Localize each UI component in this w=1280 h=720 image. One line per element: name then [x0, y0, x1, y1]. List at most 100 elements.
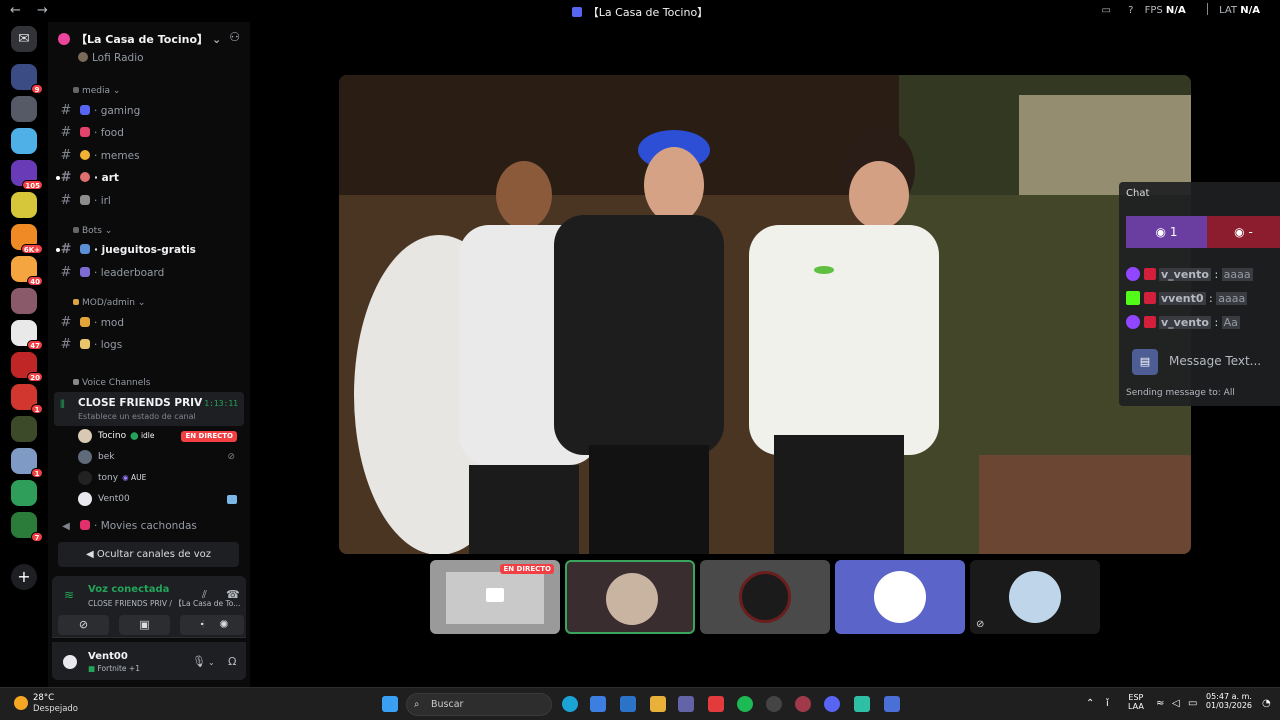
- avatar: [78, 450, 92, 464]
- avatar: [1009, 571, 1061, 623]
- clock[interactable]: 05:47 a. m. 01/03/2026: [1206, 692, 1252, 710]
- server-icon[interactable]: [11, 288, 37, 314]
- voice-channel-movies[interactable]: ◀ · Movies cachondas: [58, 516, 243, 536]
- server-icon[interactable]: 105: [11, 160, 43, 190]
- obs-icon[interactable]: [766, 696, 782, 712]
- thumbnail-tony[interactable]: [835, 560, 965, 634]
- camera-button[interactable]: ⊘: [58, 615, 109, 635]
- soundboard-button[interactable]: ✺: [204, 615, 244, 635]
- windows-start-icon[interactable]: [382, 696, 398, 712]
- username: Tocino: [98, 431, 127, 441]
- audio-app-icon[interactable]: [884, 696, 900, 712]
- hash-icon: #: [60, 103, 72, 118]
- voice-user-bek[interactable]: bek ⊘: [78, 447, 243, 467]
- category-bots[interactable]: Bots ⌄: [70, 226, 112, 236]
- add-server-button[interactable]: +: [11, 564, 37, 590]
- discord-home-button[interactable]: ✉: [11, 26, 37, 52]
- server-icon[interactable]: [11, 128, 37, 154]
- headphones-icon[interactable]: Ω: [228, 655, 236, 668]
- outlook-icon[interactable]: [620, 696, 636, 712]
- chat-input[interactable]: Message Text...: [1169, 354, 1261, 368]
- server-icon[interactable]: [11, 416, 37, 442]
- channel-label: mod: [100, 317, 125, 329]
- store-icon[interactable]: [590, 696, 606, 712]
- thumbnail-bek[interactable]: [700, 560, 830, 634]
- server-icon[interactable]: [11, 480, 37, 506]
- channel-irl[interactable]: # · irl: [58, 191, 243, 211]
- channel-label: art: [101, 172, 119, 184]
- channel-label: logs: [100, 339, 123, 351]
- thumbnail-tocino[interactable]: [565, 560, 695, 634]
- voice-status[interactable]: Voz conectada: [88, 584, 169, 595]
- chevron-up-icon[interactable]: ⌃: [1086, 698, 1094, 709]
- battery-icon[interactable]: ▭: [1188, 698, 1197, 709]
- voice-user-tony[interactable]: tony ◉ AUE: [78, 468, 243, 488]
- server-icon[interactable]: 20: [11, 352, 43, 382]
- current-username[interactable]: Vent00: [88, 651, 128, 662]
- help-icon[interactable]: ?: [1128, 5, 1133, 16]
- category-media[interactable]: media ⌄: [70, 86, 120, 96]
- teams-icon[interactable]: [678, 696, 694, 712]
- channel-jueguitos-gratis[interactable]: # · jueguitos-gratis: [56, 240, 243, 260]
- inbox-icon[interactable]: ▭: [1101, 5, 1110, 16]
- server-icon[interactable]: 6K+: [11, 224, 43, 254]
- wps-icon[interactable]: [708, 696, 724, 712]
- channel-food[interactable]: # · food: [58, 123, 243, 143]
- server-icon[interactable]: 7: [11, 512, 43, 542]
- emoji-icon: [80, 150, 90, 160]
- add-user-icon[interactable]: ⚇: [229, 30, 240, 44]
- server-icon[interactable]: 1: [11, 384, 43, 414]
- microphone-icon[interactable]: ǐ: [1106, 698, 1109, 709]
- voice-user-tocino[interactable]: Tocino ⬤ idle EN DIRECTO: [78, 426, 243, 446]
- voice-channel-lofi[interactable]: Lofi Radio: [78, 48, 263, 68]
- app-icon[interactable]: [795, 696, 811, 712]
- eye-icon: ◉: [1234, 225, 1245, 239]
- volume-icon[interactable]: ◁: [1172, 698, 1180, 709]
- folder-icon[interactable]: [650, 696, 666, 712]
- server-icon[interactable]: [11, 96, 37, 122]
- server-icon[interactable]: 1: [11, 448, 43, 478]
- channel-label: jueguitos-gratis: [101, 244, 196, 256]
- screen-share-button[interactable]: ▣: [119, 615, 170, 635]
- edge-icon[interactable]: [562, 696, 578, 712]
- thumbnail-vent00[interactable]: ⊘: [970, 560, 1100, 634]
- microphone-icon[interactable]: 🎙︎: [192, 655, 206, 668]
- channel-leaderboard[interactable]: # · leaderboard: [58, 263, 243, 283]
- taskbar-search[interactable]: ⌕ Buscar: [406, 693, 552, 716]
- thumbnail-stream[interactable]: EN DIRECTO: [430, 560, 560, 634]
- voice-user-vent00[interactable]: Vent00: [78, 489, 243, 509]
- lat-label: LAT: [1219, 5, 1238, 16]
- channel-art[interactable]: # · art: [56, 168, 243, 188]
- language-indicator[interactable]: ESP LAA: [1128, 693, 1144, 711]
- hide-voice-channels-button[interactable]: ◀ Ocultar canales de voz: [58, 542, 239, 567]
- channel-gaming[interactable]: # · gaming: [58, 101, 243, 121]
- channel-logs[interactable]: # · logs: [58, 335, 243, 355]
- window-title-text: 【La Casa de Tocino】: [587, 6, 709, 19]
- channel-mod[interactable]: # · mod: [58, 313, 243, 333]
- server-icon[interactable]: [11, 192, 37, 218]
- keyboard-layout: LAA: [1128, 702, 1144, 711]
- server-icon[interactable]: 9: [11, 64, 43, 94]
- wifi-icon[interactable]: ≈: [1156, 698, 1164, 709]
- notifications-icon[interactable]: ◔: [1262, 698, 1271, 709]
- disconnect-icon[interactable]: ☎: [226, 588, 240, 601]
- channel-memes[interactable]: # · memes: [58, 146, 243, 166]
- noise-suppression-icon[interactable]: ⫽: [202, 588, 207, 602]
- chevron-down-icon: ⌄: [212, 33, 222, 46]
- server-icon[interactable]: 47: [11, 320, 43, 350]
- stream-video[interactable]: [339, 75, 1191, 554]
- server-icon[interactable]: 40: [11, 256, 43, 286]
- app-icon[interactable]: [854, 696, 870, 712]
- chevron-down-icon[interactable]: ⌄: [208, 658, 215, 667]
- spotify-icon[interactable]: [737, 696, 753, 712]
- camera-off-icon: ⊘: [78, 618, 89, 631]
- viewer-count-twitch: ◉ 1: [1126, 216, 1207, 248]
- folder-icon: [73, 227, 79, 233]
- discord-icon[interactable]: [824, 696, 840, 712]
- voice-channel-close-friends[interactable]: ⦀ CLOSE FRIENDS PRIV Establece un estado…: [54, 392, 244, 426]
- signal-icon[interactable]: ≋: [64, 588, 74, 602]
- category-voice-channels[interactable]: Voice Channels: [70, 378, 150, 388]
- avatar[interactable]: [60, 652, 80, 672]
- category-mod-admin[interactable]: MOD/admin ⌄: [70, 298, 145, 308]
- channel-status-text[interactable]: Establece un estado de canal: [78, 412, 196, 421]
